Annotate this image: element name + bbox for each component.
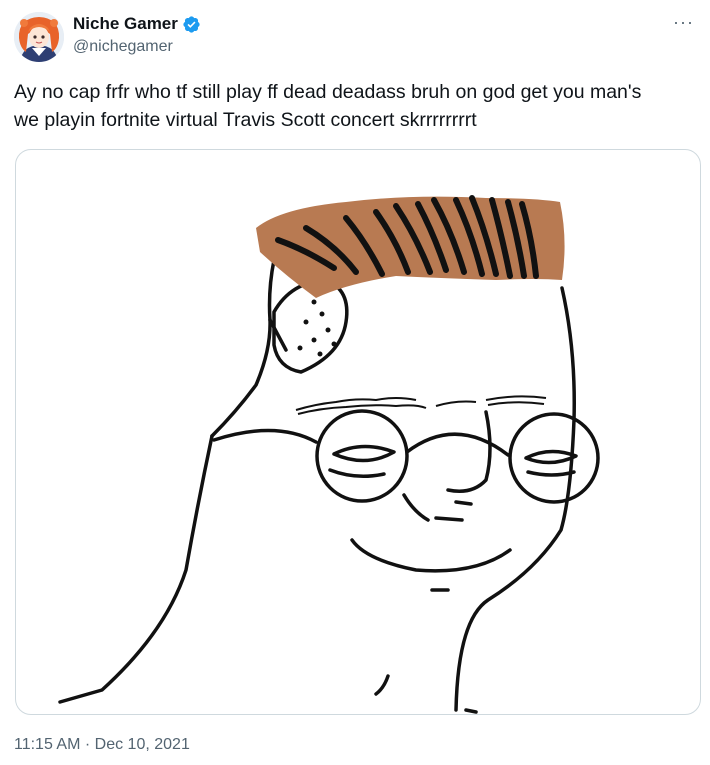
author-name-row[interactable]: Niche Gamer [73, 14, 201, 34]
tweet-text: Ay no cap frfr who tf still play ff dead… [14, 78, 704, 134]
timestamp-separator: · [84, 736, 91, 753]
tweet-media-image[interactable] [15, 149, 701, 715]
tweet-date[interactable]: Dec 10, 2021 [95, 736, 190, 753]
avatar[interactable] [14, 12, 64, 62]
tweet-text-line-2: we playin fortnite virtual Travis Scott … [14, 109, 477, 131]
more-horizontal-icon[interactable]: ··· [673, 12, 694, 33]
tweet-timestamp[interactable]: 11:15 AM · Dec 10, 2021 [14, 736, 190, 754]
avatar-image [14, 12, 64, 62]
wojak-drawing [58, 195, 600, 714]
author-display-name[interactable]: Niche Gamer [73, 14, 178, 34]
author-handle[interactable]: @nichegamer [73, 38, 173, 56]
verified-badge-icon [183, 15, 200, 33]
tweet-text-line-1: Ay no cap frfr who tf still play ff dead… [14, 81, 642, 103]
tweet-time[interactable]: 11:15 AM [14, 736, 80, 753]
